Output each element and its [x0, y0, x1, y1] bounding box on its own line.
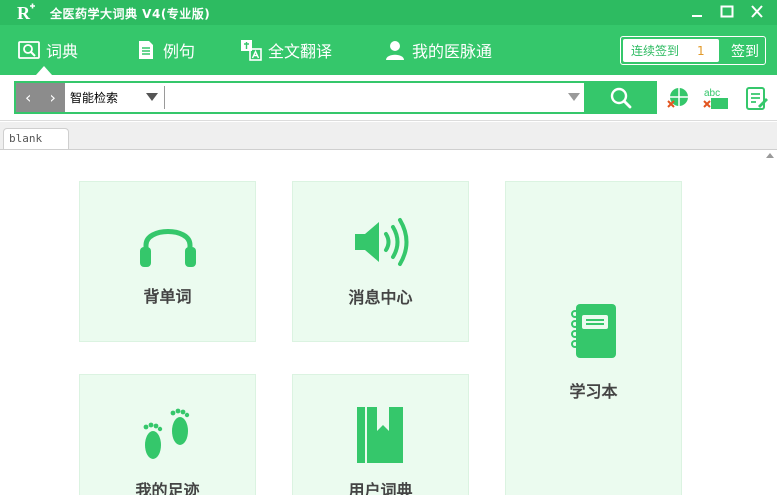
tile-notebook[interactable]: 学习本 [505, 181, 682, 495]
tile-label: 学习本 [569, 382, 618, 401]
svg-text:abc: abc [704, 88, 720, 99]
maximize-icon[interactable] [717, 3, 737, 21]
svg-text:R: R [17, 3, 31, 22]
minimize-icon[interactable] [687, 3, 707, 21]
app-logo-icon: R [17, 3, 35, 22]
checkin-label: 连续签到 [631, 44, 680, 58]
headphones-icon [139, 229, 196, 267]
nav-item-examples[interactable]: 例句 [135, 25, 195, 75]
document-icon [139, 41, 153, 59]
title-bar: R 全医药学大词典 V4(专业版) [0, 0, 777, 25]
checkin-button[interactable]: 签到 [725, 37, 765, 64]
tile-flashcards[interactable]: 背单词 [79, 181, 256, 342]
nav-label: 我的医脉通 [412, 42, 493, 61]
search-input[interactable] [168, 86, 563, 109]
search-frame: ‹ › 智能检索 [14, 81, 586, 114]
checkin-count: 1 [697, 43, 705, 58]
mode-dropdown-icon[interactable] [146, 93, 158, 101]
nav-item-translate[interactable]: 全文翻译 [240, 25, 332, 75]
bookmark-book-icon [356, 407, 403, 463]
tile-label: 我的足迹 [135, 481, 200, 495]
tab-label: blank [9, 132, 43, 145]
nav-item-my-medlink[interactable]: 我的医脉通 [384, 25, 492, 75]
nav-label: 词典 [46, 42, 79, 61]
tile-message-center[interactable]: 消息中心 [292, 181, 469, 342]
clear-history-icon[interactable] [665, 85, 691, 111]
tile-label: 用户词典 [348, 481, 413, 495]
checkin-streak: 连续签到 1 [623, 39, 719, 62]
close-icon[interactable] [747, 3, 767, 21]
active-tab-pointer [36, 66, 52, 75]
speaker-icon [354, 218, 408, 266]
tile-label: 背单词 [143, 287, 192, 306]
user-icon [386, 41, 404, 60]
notes-icon[interactable] [744, 85, 770, 111]
spell-check-icon[interactable]: abc [703, 85, 729, 111]
nav-label: 例句 [163, 42, 196, 61]
search-mode-value: 智能检索 [70, 91, 119, 105]
main-nav: 词典 例句 全文翻译 我的医脉通 连续签到 1 签到 [0, 25, 777, 75]
dictionary-icon [18, 41, 40, 59]
chevron-right-icon[interactable]: › [50, 88, 56, 107]
window-title: 全医药学大词典 V4(专业版) [50, 7, 211, 21]
scroll-up-icon[interactable] [766, 153, 774, 158]
search-button[interactable] [585, 81, 657, 114]
history-dropdown-icon[interactable] [568, 93, 580, 101]
tile-my-footprints[interactable]: 我的足迹 [79, 374, 256, 495]
search-bar: ‹ › 智能检索 abc [0, 75, 777, 121]
notebook-icon [570, 304, 616, 358]
checkin-widget: 连续签到 1 签到 [620, 36, 766, 65]
chevron-left-icon[interactable]: ‹ [25, 88, 31, 107]
tab-blank[interactable]: blank [3, 128, 69, 150]
translate-icon [241, 40, 262, 61]
tile-user-dictionary[interactable]: 用户词典 [292, 374, 469, 495]
tile-label: 消息中心 [348, 288, 413, 307]
tab-strip: blank [0, 122, 777, 150]
history-nav: ‹ › [16, 83, 66, 112]
search-divider [164, 86, 165, 109]
footprints-icon [143, 408, 189, 459]
nav-label: 全文翻译 [268, 42, 333, 61]
search-icon [610, 87, 632, 108]
